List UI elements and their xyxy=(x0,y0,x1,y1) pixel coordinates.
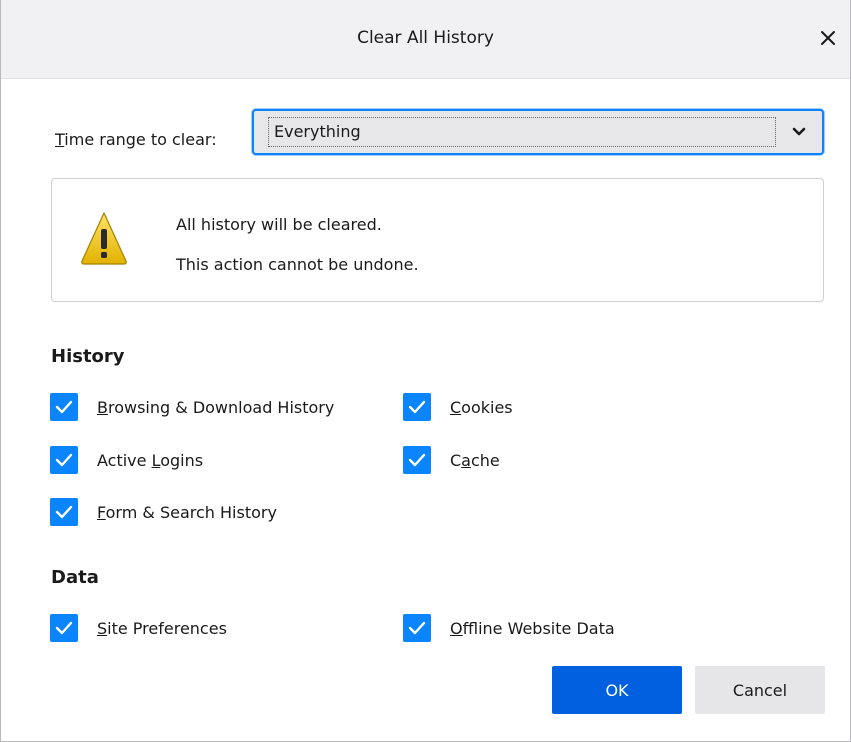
checkbox-checked-icon[interactable] xyxy=(50,498,78,526)
checkbox-label: Cache xyxy=(450,450,500,470)
checkbox-label: Form & Search History xyxy=(97,502,277,522)
close-button[interactable] xyxy=(806,16,850,60)
dialog-titlebar: Clear All History xyxy=(1,0,850,79)
ok-button[interactable]: OK xyxy=(552,666,682,714)
dialog-title: Clear All History xyxy=(357,28,494,48)
warning-message: All history will be cleared. xyxy=(176,215,382,234)
checkbox-checked-icon[interactable] xyxy=(50,446,78,474)
dialog-content: Time range to clear: Everything All hist… xyxy=(1,79,850,741)
warning-icon xyxy=(81,212,127,265)
checkbox-cookies[interactable]: Cookies xyxy=(403,393,513,421)
clear-history-dialog: Clear All History Time range to clear: E… xyxy=(0,0,851,742)
checkbox-label: Site Preferences xyxy=(97,618,227,638)
time-range-select[interactable]: Everything xyxy=(252,109,824,155)
checkbox-form-search-history[interactable]: Form & Search History xyxy=(50,498,277,526)
checkbox-checked-icon[interactable] xyxy=(50,393,78,421)
checkbox-site-preferences[interactable]: Site Preferences xyxy=(50,614,227,642)
data-heading: Data xyxy=(51,567,99,588)
warning-box: All history will be cleared. This action… xyxy=(51,178,824,302)
checkbox-cache[interactable]: Cache xyxy=(403,446,500,474)
checkbox-checked-icon[interactable] xyxy=(403,393,431,421)
close-icon xyxy=(821,31,835,45)
checkbox-checked-icon[interactable] xyxy=(403,446,431,474)
history-heading: History xyxy=(51,346,125,367)
checkbox-label: Cookies xyxy=(450,397,513,417)
checkbox-label: Browsing & Download History xyxy=(97,397,335,417)
checkbox-active-logins[interactable]: Active Logins xyxy=(50,446,203,474)
chevron-down-icon xyxy=(790,123,808,141)
checkbox-checked-icon[interactable] xyxy=(50,614,78,642)
checkbox-label: Offline Website Data xyxy=(450,618,615,638)
cancel-button[interactable]: Cancel xyxy=(695,666,825,714)
time-range-label: Time range to clear: xyxy=(55,130,217,149)
checkbox-label: Active Logins xyxy=(97,450,204,470)
checkbox-browsing-download-history[interactable]: Browsing & Download History xyxy=(50,393,334,421)
checkbox-checked-icon[interactable] xyxy=(403,614,431,642)
warning-submessage: This action cannot be undone. xyxy=(176,255,419,274)
checkbox-offline-website-data[interactable]: Offline Website Data xyxy=(403,614,615,642)
time-range-value: Everything xyxy=(274,122,361,141)
